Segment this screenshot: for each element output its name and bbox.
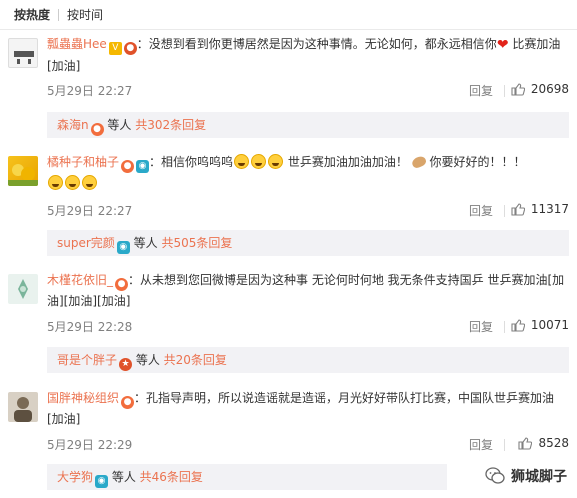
replies-summary[interactable]: 森海n ● 等人 共302条回复 xyxy=(47,112,569,138)
crying-emoji-icon xyxy=(82,175,97,190)
comment-body: ：没想到看到你更博居然是因为这种事情。无论如何，都永远相信你 xyxy=(136,37,497,51)
bread-emoji-icon xyxy=(410,154,428,170)
replies-summary[interactable]: 哥是个胖子 ★ 等人 共20条回复 xyxy=(47,347,569,373)
comment-meta: 5月29日 22:27 回复 11317 xyxy=(47,202,569,220)
verified-v-icon: V xyxy=(108,42,122,55)
reply-username[interactable]: 森海n xyxy=(57,118,89,132)
camera-badge-icon: ◉ xyxy=(95,475,109,488)
crying-emoji-icon xyxy=(234,154,250,169)
crying-emoji-icon xyxy=(251,154,267,169)
fan-level-icon: ● xyxy=(121,160,135,173)
like-button[interactable]: 8528 xyxy=(518,436,569,450)
crying-emoji-icon xyxy=(48,175,63,190)
avatar[interactable] xyxy=(8,392,38,422)
comment-timestamp: 5月29日 22:27 xyxy=(47,84,133,98)
like-count: 10071 xyxy=(530,318,569,332)
sort-bar: 按热度 按时间 xyxy=(0,0,577,30)
reply-button[interactable]: 回复 xyxy=(469,436,493,453)
comment-username[interactable]: 木槿花依旧_ xyxy=(47,273,113,287)
watermark: 狮城脚子 xyxy=(485,466,567,486)
heart-emoji-icon: ❤ xyxy=(496,37,509,53)
like-button[interactable]: 11317 xyxy=(511,202,569,216)
comment-text: 橘种子和柚子 ● ◉ ：相信你呜呜呜 世乒赛加油加油加油！ 你要好好的！！！ xyxy=(47,152,567,194)
comment-username[interactable]: 瓢蟲蟲Hee xyxy=(47,37,107,51)
comment-text: 木槿花依旧_ ● ：从未想到您回微博是因为这种事 无论何时何地 我无条件支持国乒 世… xyxy=(47,270,567,312)
replies-mid: 等人 xyxy=(108,470,140,484)
reply-username[interactable]: 哥是个胖子 xyxy=(57,353,117,367)
like-button[interactable]: 20698 xyxy=(511,82,569,96)
fan-level-icon: ● xyxy=(115,278,129,291)
comment-text: 瓢蟲蟲Hee V ● ：没想到看到你更博居然是因为这种事情。无论如何，都永远相信你❤ … xyxy=(47,34,567,77)
watermark-text: 狮城脚子 xyxy=(511,469,567,485)
replies-mid: 等人 xyxy=(129,236,162,250)
reply-username[interactable]: 大学狗 xyxy=(57,470,93,484)
comment-body-cont: 世乒赛加油加油加油！ xyxy=(284,155,408,169)
meta-divider xyxy=(504,321,505,333)
reply-button[interactable]: 回复 xyxy=(469,318,493,335)
replies-count[interactable]: 共46条回复 xyxy=(140,470,203,484)
fan-level-icon: ● xyxy=(90,123,104,136)
replies-mid: 等人 xyxy=(103,118,136,132)
avatar[interactable] xyxy=(8,156,38,186)
thumbs-up-icon xyxy=(511,82,525,96)
meta-divider xyxy=(504,85,505,97)
like-count: 20698 xyxy=(530,82,569,96)
like-count: 8528 xyxy=(538,436,569,450)
comment-text: 国胖神秘组织 ● ：孔指导声明，所以说造谣就是造谣，月光好好带队打比赛，中国队世乒赛… xyxy=(47,388,567,430)
comment-meta: 5月29日 22:27 回复 20698 xyxy=(47,82,569,100)
comment-timestamp: 5月29日 22:28 xyxy=(47,320,133,334)
replies-count[interactable]: 共505条回复 xyxy=(161,236,232,250)
avatar[interactable] xyxy=(8,274,38,304)
replies-count[interactable]: 共20条回复 xyxy=(164,353,227,367)
meta-divider xyxy=(504,205,505,217)
comment-username[interactable]: 橘种子和柚子 xyxy=(47,155,119,169)
camera-badge-icon: ◉ xyxy=(116,241,130,254)
reply-username[interactable]: super完颜 xyxy=(57,236,115,250)
thumbs-up-icon xyxy=(518,436,533,450)
comment-meta: 5月29日 22:28 回复 10071 xyxy=(47,318,569,336)
star-badge-icon: ★ xyxy=(119,358,133,371)
comment-body: ：相信你呜呜呜 xyxy=(149,155,234,169)
comment-timestamp: 5月29日 22:29 xyxy=(47,438,133,452)
replies-summary[interactable]: 大学狗 ◉ 等人 共46条回复 xyxy=(47,464,447,490)
comment-username[interactable]: 国胖神秘组织 xyxy=(47,391,119,405)
wechat-icon xyxy=(485,467,505,485)
crying-emoji-icon xyxy=(65,175,80,190)
like-count: 11317 xyxy=(530,202,569,216)
comment-timestamp: 5月29日 22:27 xyxy=(47,204,133,218)
thumbs-up-icon xyxy=(511,318,525,332)
replies-summary[interactable]: super完颜 ◉ 等人 共505条回复 xyxy=(47,230,569,256)
meta-divider xyxy=(504,439,505,451)
reply-button[interactable]: 回复 xyxy=(469,82,493,99)
replies-count[interactable]: 共302条回复 xyxy=(135,118,206,132)
comment-body-end: 你要好好的！！！ xyxy=(425,155,526,169)
sort-by-hot-tab[interactable]: 按热度 xyxy=(6,6,58,23)
like-button[interactable]: 10071 xyxy=(511,318,569,332)
comment-meta: 5月29日 22:29 回复 8528 xyxy=(47,436,569,454)
fan-level-icon: ● xyxy=(123,42,137,55)
replies-mid: 等人 xyxy=(132,353,164,367)
reply-button[interactable]: 回复 xyxy=(469,202,493,219)
crying-emoji-icon xyxy=(268,154,284,169)
thumbs-up-icon xyxy=(511,202,525,216)
avatar[interactable] xyxy=(8,38,38,68)
fan-level-icon: ● xyxy=(121,396,135,409)
camera-badge-icon: ◉ xyxy=(136,160,150,173)
sort-by-time-tab[interactable]: 按时间 xyxy=(59,6,111,23)
